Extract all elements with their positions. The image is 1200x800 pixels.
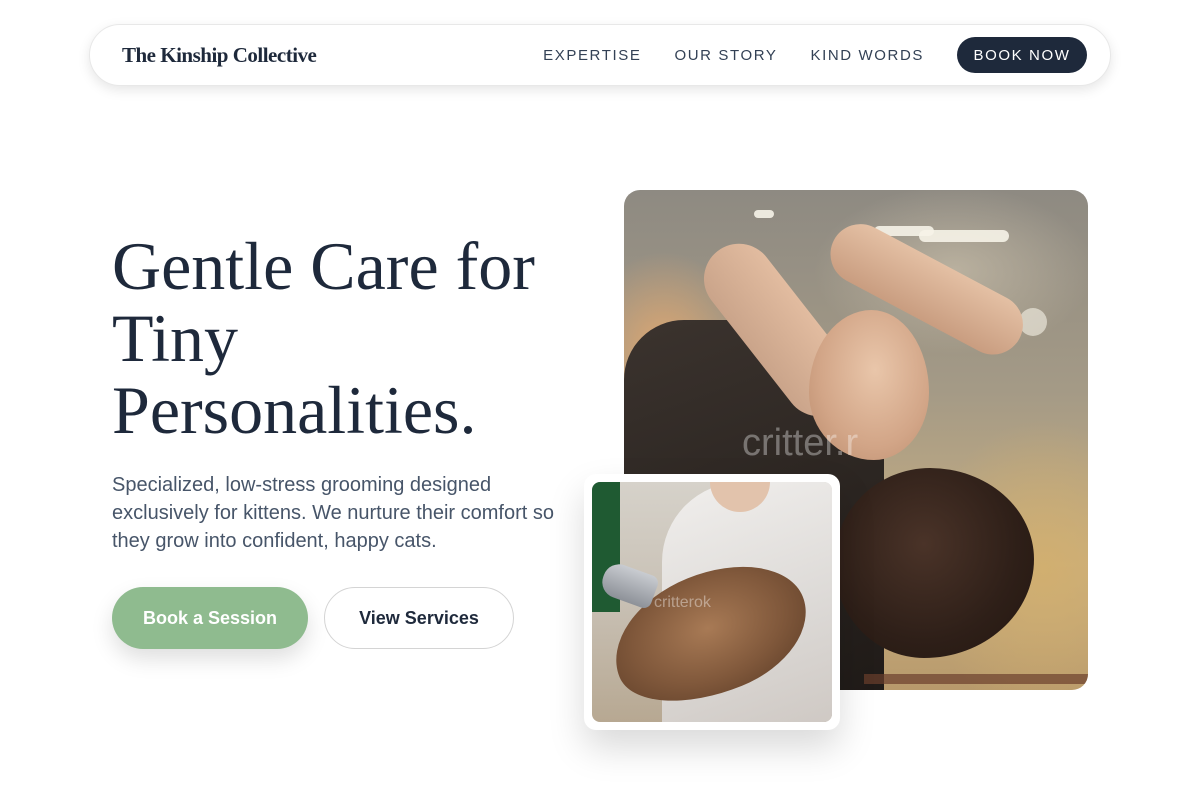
dog-drying-photo: critterok — [592, 482, 832, 722]
grooming-table — [864, 674, 1088, 684]
view-services-button[interactable]: View Services — [324, 587, 514, 649]
hero-title: Gentle Care for Tiny Personalities. — [112, 230, 592, 446]
book-now-button[interactable]: BOOK NOW — [957, 37, 1087, 73]
ceiling-light — [754, 210, 774, 218]
hero-title-line-1: Gentle Care for — [112, 228, 535, 304]
secondary-photo-frame: critterok — [584, 474, 840, 730]
nav-link-our-story[interactable]: OUR STORY — [674, 47, 777, 64]
book-session-button[interactable]: Book a Session — [112, 587, 308, 649]
nav-links: EXPERTISE OUR STORY KIND WORDS BOOK NOW — [543, 37, 1087, 73]
ceiling-light — [919, 230, 1009, 242]
dog-head — [834, 468, 1034, 658]
photo-watermark-small: critterok — [654, 594, 711, 611]
hero-title-line-2: Tiny — [112, 300, 239, 376]
brand-logo[interactable]: The Kinship Collective — [122, 43, 317, 68]
nav-link-expertise[interactable]: EXPERTISE — [543, 47, 641, 64]
nav-link-kind-words[interactable]: KIND WORDS — [811, 47, 925, 64]
hero-title-line-3: Personalities. — [112, 372, 477, 448]
photo-watermark: critter.r — [742, 422, 859, 464]
top-navbar: The Kinship Collective EXPERTISE OUR STO… — [89, 24, 1111, 86]
hero-subtitle: Specialized, low-stress grooming designe… — [112, 474, 555, 552]
